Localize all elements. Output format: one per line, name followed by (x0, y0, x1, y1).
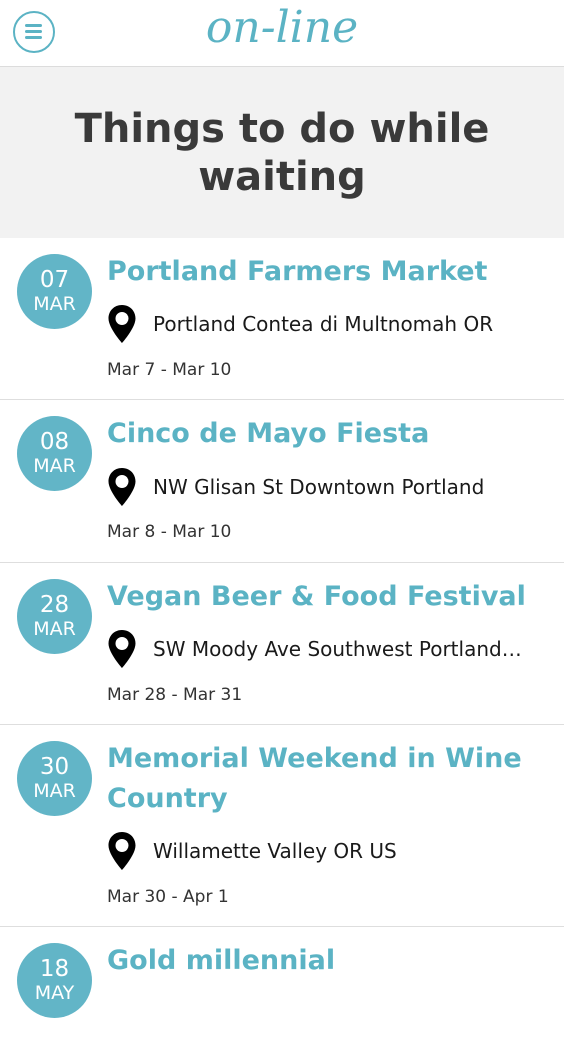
date-day: 18 (39, 956, 70, 982)
event-location: Willamette Valley OR US (107, 831, 547, 871)
location-text: Portland Contea di Multnomah OR (153, 312, 494, 336)
date-badge: 30 MAR (17, 741, 92, 816)
event-location: NW Glisan St Downtown Portland (107, 467, 547, 507)
location-text: Willamette Valley OR US (153, 839, 397, 863)
event-item[interactable]: 08 MAR Cinco de Mayo Fiesta NW Glisan St… (0, 400, 564, 563)
app-logo: on-line (205, 2, 359, 53)
event-location: Portland Contea di Multnomah OR (107, 304, 547, 344)
location-text: NW Glisan St Downtown Portland (153, 475, 485, 499)
location-pin-icon (108, 832, 136, 870)
event-title[interactable]: Portland Farmers Market (107, 252, 547, 292)
event-title[interactable]: Vegan Beer & Food Festival (107, 577, 547, 617)
location-pin-icon (108, 630, 136, 668)
event-item[interactable]: 30 MAR Memorial Weekend in Wine Country … (0, 725, 564, 927)
date-day: 28 (39, 592, 70, 618)
date-month: MAR (33, 780, 76, 802)
date-badge: 18 MAY (17, 943, 92, 1018)
event-title[interactable]: Memorial Weekend in Wine Country (107, 739, 547, 819)
event-item[interactable]: 18 MAY Gold millennial (0, 927, 564, 1047)
event-dates: Mar 30 - Apr 1 (107, 887, 229, 907)
date-month: MAY (34, 982, 75, 1004)
date-day: 30 (39, 754, 70, 780)
date-badge: 07 MAR (17, 254, 92, 329)
date-day: 08 (39, 429, 70, 455)
date-badge: 28 MAR (17, 579, 92, 654)
location-pin-icon (108, 305, 136, 343)
event-dates: Mar 8 - Mar 10 (107, 522, 232, 542)
date-badge: 08 MAR (17, 416, 92, 491)
location-pin-icon (108, 468, 136, 506)
event-item[interactable]: 07 MAR Portland Farmers Market Portland … (0, 238, 564, 400)
date-month: MAR (33, 618, 76, 640)
top-bar: on-line (0, 0, 564, 67)
event-title[interactable]: Gold millennial (107, 941, 547, 981)
location-text: SW Moody Ave Southwest Portland… (153, 637, 522, 661)
event-dates: Mar 28 - Mar 31 (107, 685, 243, 705)
event-title[interactable]: Cinco de Mayo Fiesta (107, 414, 547, 454)
date-day: 07 (39, 267, 70, 293)
event-item[interactable]: 28 MAR Vegan Beer & Food Festival SW Moo… (0, 563, 564, 725)
event-location: SW Moody Ave Southwest Portland… (107, 629, 547, 669)
hero-banner: Things to do while waiting (0, 67, 564, 238)
event-list: 07 MAR Portland Farmers Market Portland … (0, 238, 564, 1047)
event-dates: Mar 7 - Mar 10 (107, 360, 232, 380)
date-month: MAR (33, 455, 76, 477)
date-month: MAR (33, 293, 76, 315)
page-title: Things to do while waiting (74, 105, 490, 200)
